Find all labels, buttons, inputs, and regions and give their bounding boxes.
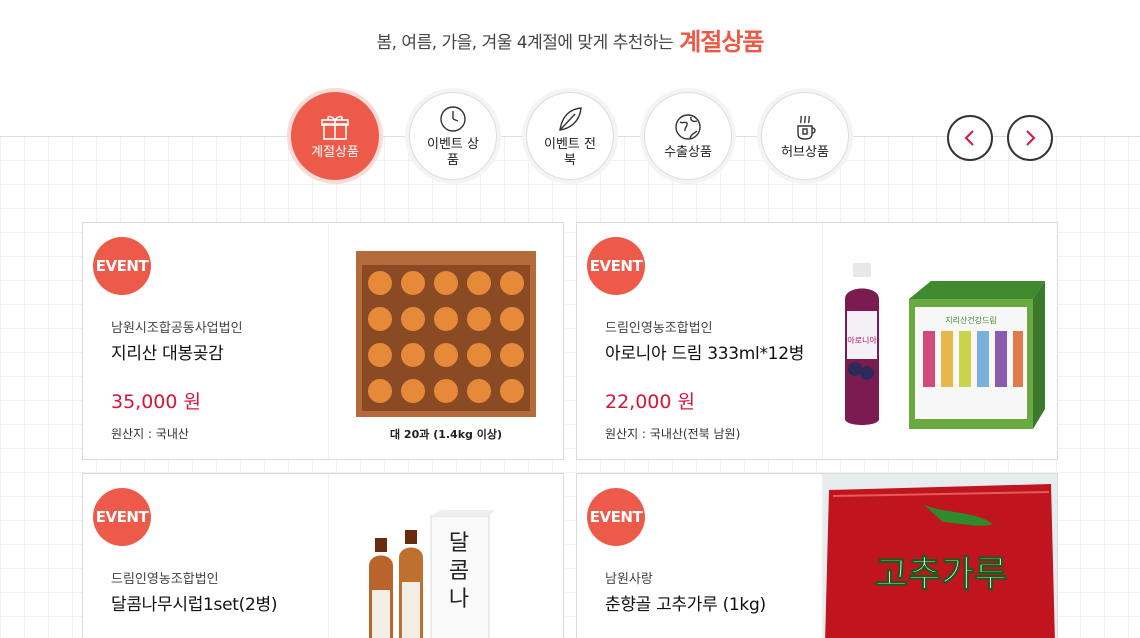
headline-subtitle: 봄, 여름, 가을, 겨울 4계절에 맞게 추천하는 [376, 33, 674, 53]
card-divider [328, 223, 329, 459]
product-name[interactable]: 아로니아 드림 333ml*12병 [605, 339, 804, 364]
product-card[interactable]: EVENT 남원시조합공동사업법인 지리산 대봉곶감 35,000 원 원산지 … [82, 222, 564, 460]
tea-cup-icon [797, 115, 816, 140]
product-origin: 원산지 : 국내산(전북 남원) [605, 427, 741, 441]
bag-label: 고추가루 [875, 554, 1007, 595]
product-name[interactable]: 춘향골 고추가루 (1kg) [605, 590, 766, 615]
product-origin: 원산지 : 국내산 [111, 427, 189, 441]
product-image-chili-powder[interactable]: 고추가루 [823, 474, 1058, 638]
category-label: 허브상품 [781, 144, 829, 160]
product-card[interactable]: EVENT 드림인영농조합법인 아로니아 드림 333ml*12병 22,000… [576, 222, 1058, 460]
chevron-right-icon [1026, 130, 1036, 146]
product-image-aronia-set[interactable]: 아로니아 지리산건강드림 [835, 259, 1055, 439]
product-price: 22,000 원 [605, 391, 696, 413]
category-label: 이벤트 전북 [544, 136, 596, 168]
product-price: 35,000 원 [111, 391, 202, 413]
chevron-left-icon [964, 130, 974, 146]
category-event-jeonbuk[interactable]: 이벤트 전북 [526, 92, 614, 180]
category-herb[interactable]: 허브상품 [761, 92, 849, 180]
category-export[interactable]: 수출상품 [644, 92, 732, 180]
category-event-products[interactable]: 이벤트 상품 [409, 92, 497, 180]
event-badge: EVENT [587, 237, 645, 295]
product-card[interactable]: EVENT 드림인영농조합법인 달콤나무시럽1set(2병) 달 콤 나 [82, 473, 564, 638]
carousel-next-button[interactable] [1007, 115, 1053, 161]
product-name[interactable]: 지리산 대봉곶감 [111, 339, 224, 364]
card-divider [328, 474, 329, 638]
product-seller: 드림인영농조합법인 [605, 321, 713, 336]
gift-icon [321, 115, 349, 140]
headline-highlight: 계절상품 [679, 28, 764, 56]
product-card[interactable]: EVENT 남원사랑 춘향골 고추가루 (1kg) 고추가루 [576, 473, 1058, 638]
event-badge: EVENT [93, 237, 151, 295]
leaf-icon [559, 106, 582, 131]
category-label: 수출상품 [664, 144, 712, 160]
image-caption: 대 20과 (1.4kg 이상) [390, 427, 502, 441]
section-headline: 봄, 여름, 가을, 겨울 4계절에 맞게 추천하는 계절상품 [0, 22, 1140, 57]
svg-text:콤: 콤 [449, 559, 469, 584]
product-seller: 남원시조합공동사업법인 [111, 321, 243, 336]
card-divider [822, 223, 823, 459]
bottle-label: 아로니아 [847, 335, 877, 345]
category-seasonal[interactable]: 계절상품 [291, 92, 379, 180]
product-seller: 드림인영농조합법인 [111, 572, 219, 587]
product-image-syrup-set[interactable]: 달 콤 나 [361, 510, 551, 638]
box-label: 지리산건강드림 [945, 315, 997, 325]
product-image-persimmon-box[interactable]: 대 20과 (1.4kg 이상) [351, 247, 541, 447]
carousel-prev-button[interactable] [947, 115, 993, 161]
product-name[interactable]: 달콤나무시럽1set(2병) [111, 590, 277, 615]
globe-icon [675, 113, 701, 140]
clock-icon [440, 105, 466, 132]
event-badge: EVENT [93, 488, 151, 546]
event-badge: EVENT [587, 488, 645, 546]
product-seller: 남원사랑 [605, 572, 653, 587]
category-label: 이벤트 상품 [427, 136, 479, 168]
svg-text:나: 나 [449, 587, 469, 612]
category-label: 계절상품 [311, 144, 359, 160]
svg-text:달: 달 [449, 531, 469, 556]
